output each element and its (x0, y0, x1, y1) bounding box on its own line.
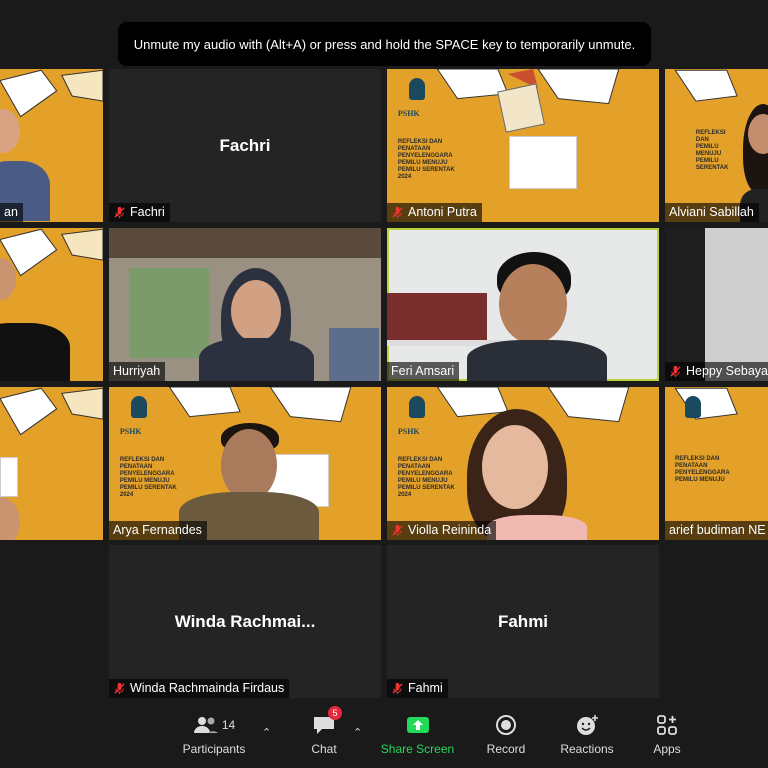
reactions-icon (577, 715, 598, 735)
poster-hands-art (674, 387, 738, 420)
reactions-button[interactable]: Reactions (557, 712, 617, 764)
video-tile-r2c0[interactable] (0, 228, 103, 381)
poster-title: REFLEKSI DAN PEMILU MENUJU PEMILU SERENTAK (695, 130, 729, 172)
pshk-logo (408, 78, 425, 101)
participants-count: 14 (221, 718, 236, 732)
video-tile-winda[interactable]: Winda Rachmai... Winda Rachmainda Firdau… (109, 545, 381, 698)
participants-caret-icon[interactable]: ⌃ (262, 726, 271, 739)
video-tile-r3c0[interactable] (0, 387, 103, 540)
muted-mic-icon (114, 206, 125, 218)
ballot-box (509, 136, 577, 189)
apps-icon (657, 715, 677, 735)
pshk-logo (408, 396, 425, 419)
name-tag: Heppy Sebaya (665, 362, 768, 381)
chat-button[interactable]: 5 Chat (298, 706, 350, 764)
video-tile-antoni[interactable]: PSHK REFLEKSI DAN PENATAAN PENYELENGGARA PE… (387, 69, 659, 222)
participant-name-large: Fahmi (497, 611, 549, 631)
pshk-brand: PSHK (119, 426, 142, 436)
reactions-label: Reactions (560, 742, 614, 756)
chat-unread-badge: 5 (328, 706, 342, 720)
ballot-paper (497, 83, 546, 133)
share-screen-button[interactable]: Share Screen (380, 712, 455, 764)
participants-label: Participants (182, 742, 246, 756)
video-tile-alviani[interactable]: REFLEKSI DAN PEMILU MENUJU PEMILU SERENTAK… (665, 69, 768, 222)
record-button[interactable]: Record (480, 712, 532, 764)
pshk-logo (685, 396, 701, 419)
video-tile-arief[interactable]: REFLEKSI DAN PENATAAN PENYELENGGARA PEMILU … (665, 387, 768, 540)
video-tile-arya[interactable]: PSHK REFLEKSI DAN PENATAAN PENYELENGGARA PE… (109, 387, 381, 540)
video-tile-hurriyah[interactable]: Hurriyah (109, 228, 381, 381)
name-tag: Fachri (109, 203, 170, 222)
name-tag: Antoni Putra (387, 203, 482, 222)
video-tile-fahmi[interactable]: Fahmi Fahmi (387, 545, 659, 698)
record-icon (496, 715, 516, 735)
name-tag: Fahmi (387, 679, 448, 698)
muted-mic-icon (392, 524, 403, 536)
pshk-logo (130, 396, 147, 419)
muted-mic-icon (670, 365, 681, 377)
unmute-notice: Unmute my audio with (Alt+A) or press an… (118, 22, 651, 66)
name-tag: Alviani Sabillah (665, 203, 759, 222)
muted-mic-icon (392, 682, 403, 694)
video-tile-feri-active-speaker[interactable]: Feri Amsari (387, 228, 659, 381)
share-screen-icon (406, 717, 429, 733)
name-tag: Arya Fernandes (109, 521, 207, 540)
poster-title: REFLEKSI DAN PENATAAN PENYELENGGARA PEMILU … (119, 457, 177, 499)
participants-button[interactable]: 14 Participants (180, 712, 248, 764)
participants-icon (193, 717, 218, 733)
name-tag: an (0, 203, 23, 222)
share-screen-label: Share Screen (380, 742, 455, 756)
record-label: Record (486, 742, 526, 756)
meeting-toolbar: 14 Participants ⌃ 5 Chat ⌃ Share Screen … (0, 700, 768, 768)
name-tag: Hurriyah (109, 362, 166, 381)
video-tile-violla[interactable]: PSHK REFLEKSI DAN PENATAAN PENYELENGGARA PE… (387, 387, 659, 540)
apps-label: Apps (653, 742, 681, 756)
pshk-brand: PSHK (397, 108, 420, 118)
muted-mic-icon (392, 206, 403, 218)
pshk-brand: PSHK (397, 426, 420, 436)
poster-title: REFLEKSI DAN PENATAAN PENYELENGGARA PEMILU … (675, 455, 730, 483)
chat-label: Chat (311, 742, 337, 756)
participant-name-large: Winda Rachmai... (174, 611, 316, 631)
muted-mic-icon (114, 682, 125, 694)
poster-hands-art (0, 387, 103, 436)
name-tag: Winda Rachmainda Firdaus (109, 679, 290, 698)
video-tile-r1c0[interactable]: an (0, 69, 103, 222)
video-tile-heppy[interactable]: Heppy Sebaya (665, 228, 768, 381)
apps-button[interactable]: Apps (644, 712, 690, 764)
video-tile-fachri[interactable]: Fachri Fachri (109, 69, 381, 222)
name-tag: Feri Amsari (387, 362, 460, 381)
chat-caret-icon[interactable]: ⌃ (353, 726, 362, 739)
name-tag: arief budiman NE (665, 521, 768, 540)
name-tag: Violla Reininda (387, 521, 497, 540)
participant-name-large: Fachri (219, 135, 271, 155)
poster-title: REFLEKSI DAN PENATAAN PENYELENGGARA PEMILU … (397, 139, 455, 181)
